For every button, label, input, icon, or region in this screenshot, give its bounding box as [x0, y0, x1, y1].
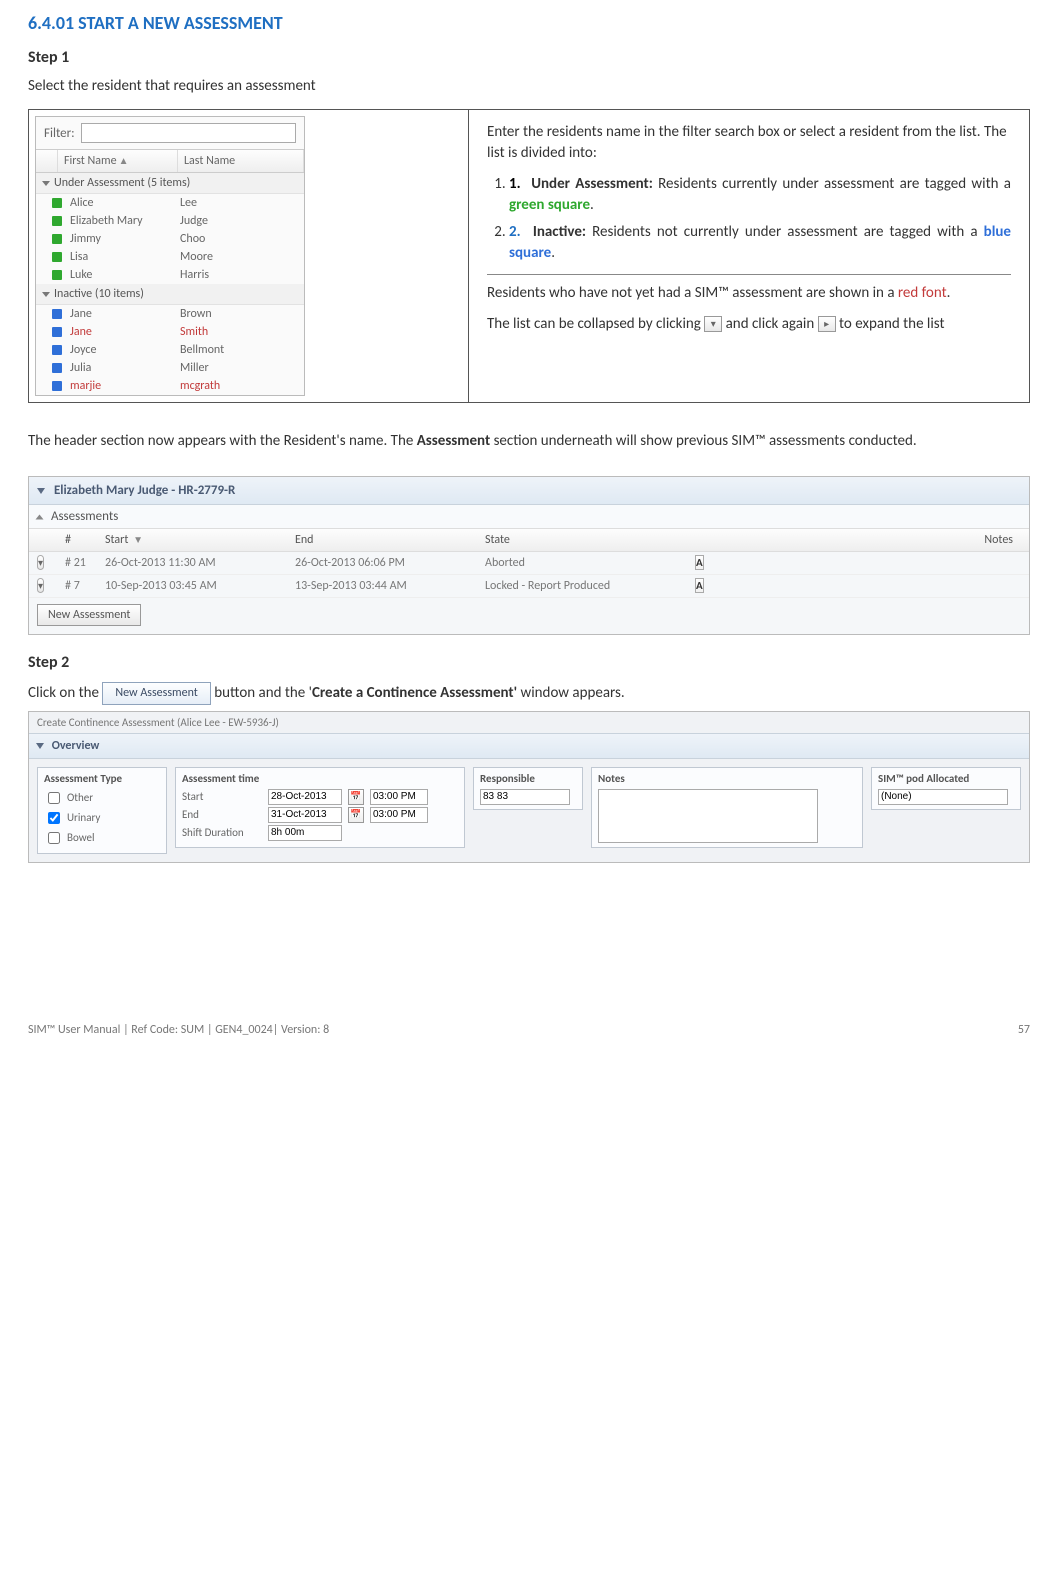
status-square-icon: [52, 309, 62, 319]
col-end[interactable]: End: [295, 533, 485, 547]
assessment-row[interactable]: ▾# 710-Sep-2013 03:45 AM13-Sep-2013 03:4…: [29, 575, 1029, 598]
resident-row[interactable]: JaneBrown: [36, 305, 304, 323]
new-assessment-button[interactable]: New Assessment: [37, 604, 141, 626]
start-time-input[interactable]: [370, 789, 428, 805]
step1-title: Step 1: [28, 48, 1030, 67]
resident-header-bar[interactable]: Elizabeth Mary Judge - HR-2779-R: [29, 477, 1029, 505]
end-label: End: [182, 808, 262, 821]
assessment-type-box: Assessment Type Other Urinary Bowel: [37, 767, 167, 854]
start-label: Start: [182, 790, 262, 803]
report-icon[interactable]: A: [695, 555, 704, 570]
step1-right: Enter the residents name in the filter s…: [469, 110, 1029, 402]
col-start[interactable]: Start: [105, 533, 128, 547]
calendar-icon[interactable]: 📅: [348, 789, 364, 805]
expand-icon[interactable]: ▸: [818, 316, 836, 332]
assessments-col-headers: # Start ▼ End State Notes: [29, 529, 1029, 552]
filter-input[interactable]: [81, 123, 296, 143]
resident-row[interactable]: LisaMoore: [36, 248, 304, 266]
step1-desc: Select the resident that requires an ass…: [28, 77, 1030, 95]
calendar-icon[interactable]: 📅: [348, 807, 364, 823]
resident-col-headers: First Name▲ Last Name: [36, 149, 304, 173]
footer-left: SIM™ User Manual | Ref Code: SUM | GEN4_…: [28, 1023, 329, 1037]
resident-row[interactable]: JuliaMiller: [36, 359, 304, 377]
responsible-label: Responsible: [480, 772, 576, 785]
responsible-box: Responsible: [473, 767, 583, 810]
status-square-icon: [52, 234, 62, 244]
step2-line: Click on the New Assessment button and t…: [28, 682, 1030, 705]
expand-row-icon[interactable]: ▾: [37, 578, 44, 593]
sort-desc-icon: ▼: [133, 533, 143, 546]
shift-label: Shift Duration: [182, 826, 262, 839]
type-other[interactable]: Other: [44, 789, 160, 807]
assessment-type-label: Assessment Type: [44, 772, 160, 785]
right-item-2: 2. Inactive: Residents not currently und…: [509, 222, 1011, 264]
expand-row-icon[interactable]: ▾: [37, 555, 44, 570]
status-square-icon: [52, 345, 62, 355]
status-square-icon: [52, 363, 62, 373]
shift-duration-select[interactable]: [268, 825, 342, 841]
step2-title: Step 2: [28, 653, 1030, 672]
assessments-subheader[interactable]: Assessments: [29, 505, 1029, 529]
resident-row[interactable]: JaneSmith: [36, 323, 304, 341]
status-square-icon: [52, 252, 62, 262]
resident-row[interactable]: LukeHarris: [36, 266, 304, 284]
group-header[interactable]: Inactive (10 items): [36, 284, 304, 305]
right-intro: Enter the residents name in the filter s…: [487, 122, 1011, 164]
right-collapse-note: The list can be collapsed by clicking ▾ …: [487, 314, 1011, 335]
right-redfont-note: Residents who have not yet had a SIM™ as…: [487, 283, 1011, 304]
footer-page-number: 57: [1018, 1023, 1030, 1037]
status-square-icon: [52, 198, 62, 208]
collapse-icon[interactable]: ▾: [704, 316, 722, 332]
resident-list-panel: Filter: First Name▲ Last Name Under Asse…: [35, 116, 305, 396]
pod-select[interactable]: [878, 789, 1008, 805]
step1-figure-row: Filter: First Name▲ Last Name Under Asse…: [28, 109, 1030, 403]
report-icon[interactable]: A: [695, 578, 704, 593]
resident-row[interactable]: AliceLee: [36, 194, 304, 212]
end-time-input[interactable]: [370, 807, 428, 823]
resident-row[interactable]: Elizabeth MaryJudge: [36, 212, 304, 230]
pod-label: SIM™ pod Allocated: [878, 772, 1014, 785]
assessments-panel: Elizabeth Mary Judge - HR-2779-R Assessm…: [28, 476, 1030, 635]
right-item-1: 1. Under Assessment: Residents currently…: [509, 174, 1011, 216]
overview-header[interactable]: Overview: [29, 733, 1029, 759]
resident-row[interactable]: marjiemcgrath: [36, 377, 304, 395]
col-last-name[interactable]: Last Name: [178, 150, 304, 172]
section-title: 6.4.01 START A NEW ASSESSMENT: [28, 12, 1030, 34]
sort-arrow-icon: ▲: [119, 154, 129, 167]
page-footer: SIM™ User Manual | Ref Code: SUM | GEN4_…: [28, 1023, 1030, 1037]
group-header[interactable]: Under Assessment (5 items): [36, 173, 304, 194]
status-square-icon: [52, 270, 62, 280]
step1-left: Filter: First Name▲ Last Name Under Asse…: [29, 110, 469, 402]
mid-paragraph: The header section now appears with the …: [28, 431, 1030, 452]
chevron-icon: [36, 514, 44, 519]
type-urinary[interactable]: Urinary: [44, 809, 160, 827]
window-title: Create Continence Assessment (Alice Lee …: [29, 712, 1029, 733]
notes-textarea[interactable]: [598, 789, 818, 843]
end-date-input[interactable]: [268, 807, 342, 823]
status-square-icon: [52, 216, 62, 226]
col-notes[interactable]: Notes: [725, 533, 1021, 547]
notes-box-wrap: Notes: [591, 767, 863, 848]
assessment-time-box: Assessment time Start 📅 End 📅 Shift Dura…: [175, 767, 465, 848]
chevron-up-icon: [36, 743, 44, 749]
create-assessment-window: Create Continence Assessment (Alice Lee …: [28, 711, 1030, 863]
resident-row[interactable]: JoyceBellmont: [36, 341, 304, 359]
status-square-icon: [52, 327, 62, 337]
start-date-input[interactable]: [268, 789, 342, 805]
col-state[interactable]: State: [485, 533, 695, 547]
type-bowel[interactable]: Bowel: [44, 829, 160, 847]
status-square-icon: [52, 381, 62, 391]
notes-label: Notes: [598, 772, 856, 785]
col-num[interactable]: #: [65, 533, 105, 547]
resident-row[interactable]: JimmyChoo: [36, 230, 304, 248]
filter-label: Filter:: [44, 126, 75, 141]
new-assessment-inline-button[interactable]: New Assessment: [102, 682, 210, 705]
assessment-time-label: Assessment time: [182, 772, 458, 785]
responsible-select[interactable]: [480, 789, 570, 805]
col-first-name[interactable]: First Name: [64, 154, 117, 168]
pod-box: SIM™ pod Allocated: [871, 767, 1021, 810]
chevron-down-icon: [37, 488, 45, 494]
assessment-row[interactable]: ▾# 2126-Oct-2013 11:30 AM26-Oct-2013 06:…: [29, 552, 1029, 575]
